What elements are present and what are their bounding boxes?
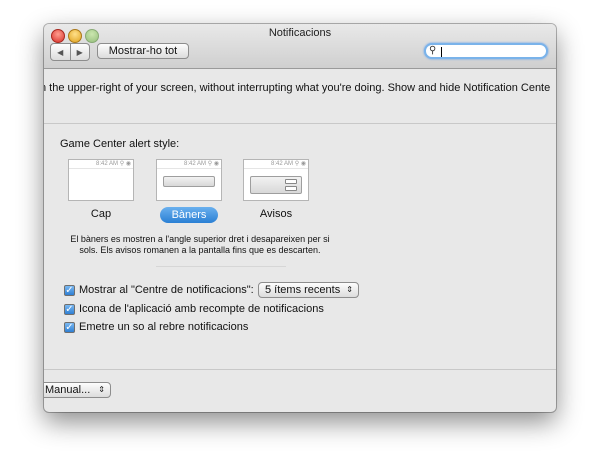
- style-none-label[interactable]: Cap: [68, 208, 134, 220]
- search-field[interactable]: ⚲: [424, 43, 548, 59]
- preview-menubar: 8:42 AM ⚲ ◉: [157, 160, 221, 169]
- show-in-center-row: ✓ Mostrar al "Centre de notificacions":: [64, 284, 254, 296]
- sort-order-value: Manual...: [45, 384, 91, 396]
- badge-icon-label: Icona de l'aplicació amb recompte de not…: [79, 303, 324, 315]
- window-title: Notificacions: [268, 27, 332, 39]
- show-all-button[interactable]: Mostrar-ho tot: [97, 43, 189, 59]
- play-sound-label: Emetre un so al rebre notificacions: [79, 321, 249, 333]
- style-description: El bàners es mostren a l'angle superior …: [70, 234, 330, 255]
- description-divider: [156, 266, 286, 267]
- alert-mock: [250, 176, 302, 194]
- badge-icon-row: ✓ Icona de l'aplicació amb recompte de n…: [64, 303, 324, 315]
- style-banners-label[interactable]: Bàners: [160, 207, 218, 223]
- back-arrow-icon[interactable]: ◀: [51, 44, 70, 60]
- preferences-window: Notificacions ◀ ▶ Mostrar-ho tot ⚲ n the…: [44, 24, 556, 412]
- badge-icon-checkbox[interactable]: ✓: [64, 303, 75, 315]
- play-sound-checkbox[interactable]: ✓: [64, 321, 75, 333]
- intro-text: n the upper-right of your screen, withou…: [44, 82, 551, 94]
- show-in-center-checkbox[interactable]: ✓: [64, 284, 75, 296]
- recent-items-value: 5 ítems recents: [265, 284, 341, 296]
- style-alerts-preview[interactable]: 8:42 AM ⚲ ◉: [243, 159, 309, 201]
- banner-mock: [163, 176, 215, 187]
- back-forward-control: ◀ ▶: [50, 43, 90, 61]
- title-bar: Notificacions ◀ ▶ Mostrar-ho tot ⚲: [44, 24, 556, 69]
- play-sound-row: ✓ Emetre un so al rebre notificacions: [64, 321, 248, 333]
- recent-items-select[interactable]: 5 ítems recents ⇕: [258, 282, 359, 298]
- preview-menubar: 8:42 AM ⚲ ◉: [69, 160, 133, 169]
- style-banners-preview[interactable]: 8:42 AM ⚲ ◉: [156, 159, 222, 201]
- text-cursor: [441, 47, 442, 57]
- show-in-center-label: Mostrar al "Centre de notificacions":: [79, 284, 254, 296]
- updown-arrows-icon: ⇕: [98, 385, 105, 394]
- style-none-preview[interactable]: 8:42 AM ⚲ ◉: [68, 159, 134, 201]
- forward-arrow-icon[interactable]: ▶: [69, 44, 90, 60]
- updown-arrows-icon: ⇕: [346, 285, 353, 294]
- preview-menubar: 8:42 AM ⚲ ◉: [244, 160, 308, 169]
- game-center-style-label: Game Center alert style:: [60, 138, 180, 150]
- sort-order-select[interactable]: Manual... ⇕: [44, 382, 111, 398]
- divider: [44, 123, 556, 124]
- style-alerts-label[interactable]: Avisos: [243, 208, 309, 220]
- bottom-divider: [44, 369, 556, 370]
- magnifier-icon: ⚲: [429, 45, 437, 56]
